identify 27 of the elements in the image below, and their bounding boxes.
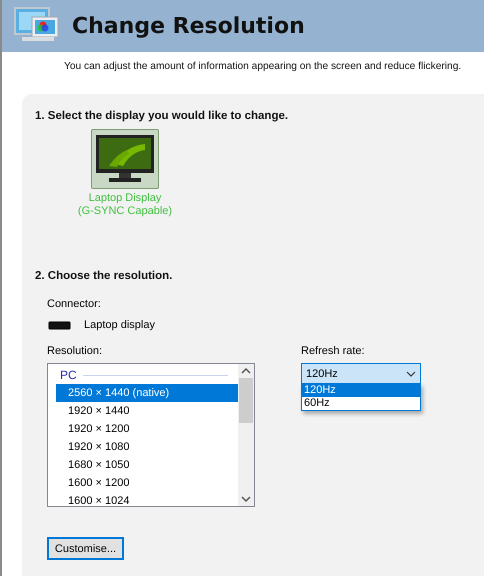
display-tile[interactable] xyxy=(91,129,159,189)
connector-name: Laptop display xyxy=(84,319,155,331)
section-heading: 2. Choose the resolution. xyxy=(35,270,174,282)
section-heading: 1. Select the display you would like to change. xyxy=(35,110,290,122)
customise-button[interactable]: Customise... xyxy=(47,537,124,560)
resolution-list[interactable]: PC 2560 × 1440 (native) 1920 × 1440 1920 × 1200 1920 × 1080 1680 × 1050 1600 × 1200 1600 × 1024 xyxy=(47,363,255,507)
resolution-item[interactable]: 1600 × 1200 xyxy=(56,474,238,492)
connector-label: Connector: xyxy=(47,298,102,310)
description-text: You can adjust the amount of information appearing on the screen and reduce flickering. xyxy=(64,61,462,72)
resolution-item[interactable]: 2560 × 1440 (native) xyxy=(56,384,238,402)
refresh-rate-dropdown[interactable]: 120Hz xyxy=(301,363,421,384)
display-label: Laptop Display (G-SYNC Capable) xyxy=(78,192,172,218)
chevron-icon xyxy=(406,370,416,376)
resolution-item[interactable]: 1600 × 1024 xyxy=(56,492,238,506)
connector-icon xyxy=(48,320,71,330)
scrollbar-thumb[interactable] xyxy=(239,378,253,423)
refresh-rate-label: Refresh rate: xyxy=(301,345,366,357)
resolution-label: Resolution: xyxy=(47,345,104,357)
resolution-item[interactable]: 1920 × 1080 xyxy=(56,438,238,456)
resolution-item[interactable]: 1680 × 1050 xyxy=(56,456,238,474)
dropdown-option[interactable]: 60Hz xyxy=(302,397,420,410)
resolution-item[interactable]: 1920 × 1200 xyxy=(56,420,238,438)
monitor-icon xyxy=(95,134,155,184)
resolution-item[interactable]: 1920 × 1440 xyxy=(56,402,238,420)
window-title: Change Resolution xyxy=(72,14,305,38)
group-header: PC xyxy=(60,368,77,382)
dropdown-option[interactable]: 120Hz xyxy=(302,384,420,397)
